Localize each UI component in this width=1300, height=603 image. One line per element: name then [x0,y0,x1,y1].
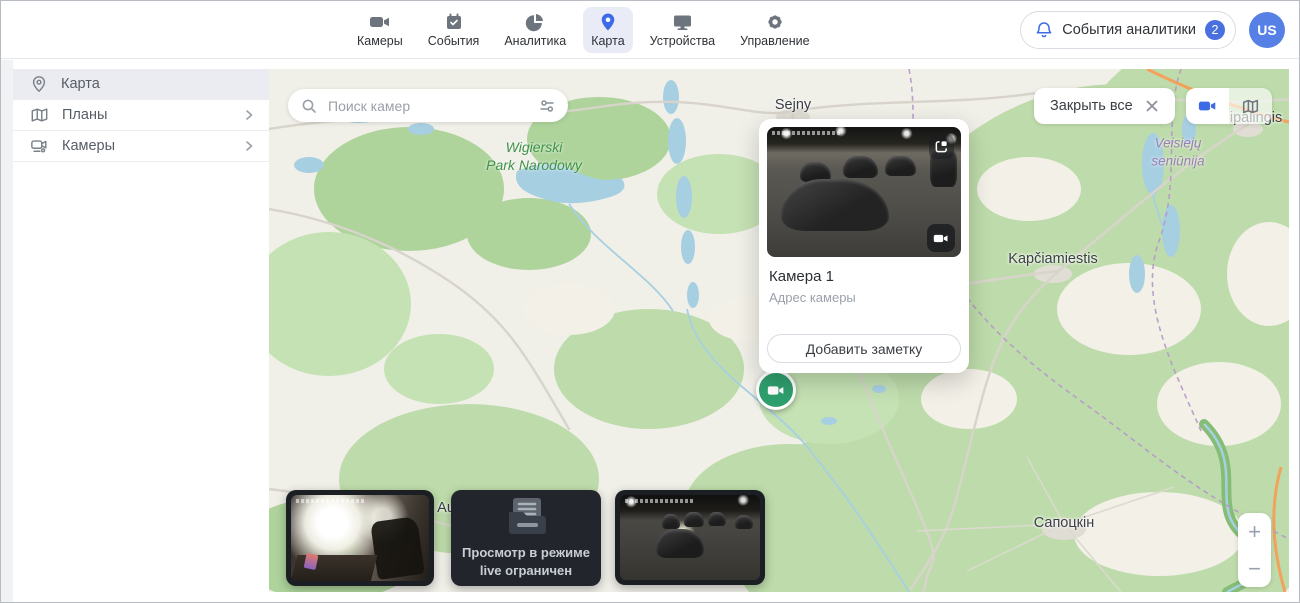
sidebar-list: Карта Планы Камеры [13,69,269,162]
bell-icon [1035,21,1053,39]
video-camera-icon [767,383,785,398]
nav-item-management[interactable]: Управление [732,7,818,53]
camera-name: Камера 1 [769,268,959,285]
sidebar: Карта Планы Камеры [1,60,269,602]
nav-item-map[interactable]: Карта [583,7,632,53]
top-bar: Камеры События Аналитика Карта [1,1,1299,59]
nav-item-analytics[interactable]: Аналитика [496,7,574,53]
chevron-right-icon [242,139,256,153]
map-zoom-controls: + − [1238,513,1271,587]
gear-icon [765,11,785,32]
nav-label: События [428,34,480,48]
chevron-right-icon [242,108,256,122]
add-note-button[interactable]: Добавить заметку [767,334,961,363]
main-nav: Камеры События Аналитика Карта [349,1,818,59]
camera-popup-card: Камера 1 Адрес камеры Добавить заметку [759,119,969,373]
sidebar-item-plans[interactable]: Планы [13,100,269,131]
video-camera-icon [1198,98,1217,114]
analytics-events-label: События аналитики [1062,22,1196,38]
camera-thumbnail-parking[interactable] [615,490,765,585]
close-all-button[interactable]: Закрыть все [1034,88,1175,124]
restricted-live-message: Просмотр в режимеlive ограничен [462,544,590,579]
nav-item-cameras[interactable]: Камеры [349,7,411,53]
camera-preview-image [620,495,760,580]
nav-label: Аналитика [504,34,566,48]
timestamp-overlay [625,499,693,503]
filter-sliders-icon[interactable] [538,97,556,115]
monitor-icon [672,11,693,32]
camera-type-badge-icon [927,224,955,252]
close-icon [1145,99,1159,113]
folded-map-icon [30,106,49,124]
camera-thumbnail-office[interactable] [286,490,434,586]
map-pin-outline-icon [30,75,48,93]
zoom-out-button[interactable]: − [1238,550,1271,587]
video-camera-icon [369,11,391,32]
map-view-toggle [1186,88,1272,124]
sidebar-item-map[interactable]: Карта [13,69,269,100]
header-right: События аналитики 2 US [1020,1,1285,59]
pie-chart-icon [525,11,545,32]
app-window: Камеры События Аналитика Карта [0,0,1300,603]
camera-address: Адрес камеры [769,290,959,305]
camera-preview-image[interactable] [767,127,961,257]
analytics-events-button[interactable]: События аналитики 2 [1020,11,1236,49]
camera-map-marker[interactable] [756,370,796,410]
timestamp-overlay [296,499,364,503]
nav-item-events[interactable]: События [420,7,488,53]
sidebar-item-cameras[interactable]: Камеры [13,131,269,162]
timestamp-overlay [772,131,840,135]
map-layer-toggle[interactable] [1229,88,1272,124]
search-icon [301,98,317,114]
camera-thumbnail-restricted[interactable]: Просмотр в режимеlive ограничен [451,490,601,586]
camera-layer-toggle[interactable] [1186,88,1229,124]
nav-label: Управление [740,34,810,48]
folded-map-icon [1241,98,1260,115]
camera-search-bar [288,89,568,122]
search-input[interactable] [326,97,529,115]
sidebar-item-label: Планы [62,107,107,123]
user-avatar[interactable]: US [1249,12,1285,48]
open-in-window-icon[interactable] [929,134,954,159]
cameras-group-icon [30,137,49,155]
map-pin-icon [598,11,618,32]
map-canvas[interactable]: Sejny WigierskiPark Narodowy Veisiejųsen… [269,69,1289,592]
sidebar-item-label: Камеры [62,138,115,154]
close-all-label: Закрыть все [1050,98,1133,114]
nav-item-devices[interactable]: Устройства [642,7,723,53]
nav-label: Камеры [357,34,403,48]
events-count-badge: 2 [1205,20,1225,40]
archive-folder-icon [503,496,549,536]
sidebar-item-label: Карта [61,76,100,92]
camera-preview-image [291,495,429,581]
zoom-in-button[interactable]: + [1238,513,1271,550]
events-calendar-icon [444,11,464,32]
nav-label: Карта [591,34,624,48]
nav-label: Устройства [650,34,715,48]
